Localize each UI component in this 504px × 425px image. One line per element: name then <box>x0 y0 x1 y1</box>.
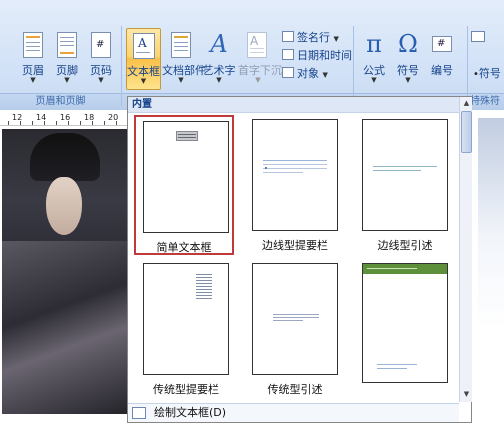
number-label: 编号 <box>431 64 453 77</box>
gallery-item-simple-textbox[interactable]: 简单文本框 <box>134 115 234 255</box>
group-separator <box>121 26 122 106</box>
header-button[interactable]: 页眉 ▼ <box>14 28 52 90</box>
gallery-item-caption: 传统型提要栏 <box>153 383 219 396</box>
ribbon: 页眉 ▼ 页脚 ▼ # 页码 ▼ 页眉和页脚 A 文本框 ▼ 文档部件 ▼ A … <box>0 0 504 110</box>
scroll-thumb[interactable] <box>461 111 472 153</box>
page-number-icon: # <box>91 32 111 58</box>
signature-icon <box>282 31 294 42</box>
draw-textbox-icon <box>132 407 146 419</box>
textbox-preview <box>362 119 448 231</box>
chevron-down-icon: ▼ <box>98 76 104 84</box>
gallery-section-title: 内置 <box>128 97 459 113</box>
gallery-item-green-sidebar[interactable] <box>355 259 455 399</box>
gallery-item-traditional-sidebar[interactable]: 传统型提要栏 <box>136 259 236 399</box>
signature-label: 签名行 <box>297 31 330 44</box>
symbol-button[interactable]: Ω 符号 ▼ <box>391 28 425 90</box>
page-number-button[interactable]: # 页码 ▼ <box>82 28 120 90</box>
photo-robe <box>2 241 128 414</box>
scroll-down-icon[interactable]: ▼ <box>461 389 472 400</box>
wordart-button[interactable]: A 艺术字 ▼ <box>202 28 236 90</box>
number-button[interactable]: # 编号 <box>425 28 459 90</box>
chevron-down-icon: ▼ <box>64 76 70 84</box>
chevron-down-icon: ▼ <box>333 35 339 43</box>
chevron-down-icon: ▼ <box>216 76 222 84</box>
chevron-down-icon: ▼ <box>255 76 261 84</box>
omega-icon: Ω <box>398 30 418 58</box>
chevron-down-icon: ▼ <box>178 76 184 84</box>
photo-face <box>46 177 82 235</box>
textbox-gallery: 内置 简单文本框 边线型提要栏 边线型引述 传统型提要栏 传统型引述 ▲ ▼ 绘… <box>127 96 472 423</box>
document-photo <box>2 129 128 414</box>
datetime-label: 日期和时间 <box>297 49 352 62</box>
photo-hat <box>30 133 100 181</box>
group-separator <box>467 26 468 106</box>
quick-parts-icon <box>171 32 191 58</box>
equation-button[interactable]: π 公式 ▼ <box>357 28 391 90</box>
textbox-preview <box>252 119 338 231</box>
pi-icon: π <box>366 30 382 58</box>
gallery-item-caption: 边线型引述 <box>377 239 433 252</box>
calendar-icon <box>282 49 294 60</box>
gallery-item-caption: 边线型提要栏 <box>262 239 328 252</box>
ruler: 12 14 16 18 20 <box>0 110 130 126</box>
draw-textbox-label: 绘制文本框(D) <box>154 406 227 419</box>
number-icon: # <box>432 36 452 52</box>
chevron-down-icon: ▼ <box>140 77 147 85</box>
textbox-button[interactable]: A 文本框 ▼ <box>126 28 161 90</box>
gallery-item-caption: 简单文本框 <box>156 241 212 254</box>
chevron-down-icon: ▼ <box>371 76 377 84</box>
dropcap-icon: A <box>247 32 267 58</box>
special-symbol-button[interactable]: •符号 <box>473 66 501 81</box>
object-icon <box>282 67 294 78</box>
wordart-icon: A <box>210 30 228 58</box>
header-footer-group-label: 页眉和页脚 <box>35 96 86 107</box>
gallery-item-sideline-sidebar[interactable]: 边线型提要栏 <box>245 115 345 255</box>
draw-textbox-button[interactable]: 绘制文本框(D) <box>128 403 459 422</box>
dropcap-button[interactable]: A 首字下沉 ▼ <box>238 28 282 90</box>
header-icon <box>23 32 43 58</box>
group-separator <box>353 26 354 106</box>
object-button[interactable]: 对象 ▼ <box>282 66 328 81</box>
textbox-preview <box>252 263 338 375</box>
textbox-preview <box>362 263 448 383</box>
special-symbol-group-label: 特殊符 <box>470 96 500 107</box>
gallery-scrollbar[interactable]: ▲ ▼ <box>459 97 472 402</box>
signature-line-button[interactable]: 签名行 ▼ <box>282 30 339 45</box>
special-symbol-icon[interactable] <box>471 30 488 45</box>
document-right-shape <box>472 344 504 384</box>
chevron-down-icon: ▼ <box>322 71 328 79</box>
gallery-item-sideline-quote[interactable]: 边线型引述 <box>355 115 455 255</box>
chevron-down-icon: ▼ <box>405 76 411 84</box>
gallery-item-caption: 传统型引述 <box>267 383 323 396</box>
textbox-preview <box>143 121 229 233</box>
textbox-preview <box>143 263 229 375</box>
right-symbol-label: 符号 <box>478 67 501 80</box>
scroll-up-icon[interactable]: ▲ <box>461 98 472 109</box>
footer-icon <box>57 32 77 58</box>
datetime-button[interactable]: 日期和时间 <box>282 48 352 63</box>
quick-parts-button[interactable]: 文档部件 ▼ <box>162 28 206 90</box>
textbox-icon: A <box>133 33 155 59</box>
footer-button[interactable]: 页脚 ▼ <box>48 28 86 90</box>
gallery-item-traditional-quote[interactable]: 传统型引述 <box>245 259 345 399</box>
object-label: 对象 <box>297 67 319 80</box>
chevron-down-icon: ▼ <box>30 76 36 84</box>
